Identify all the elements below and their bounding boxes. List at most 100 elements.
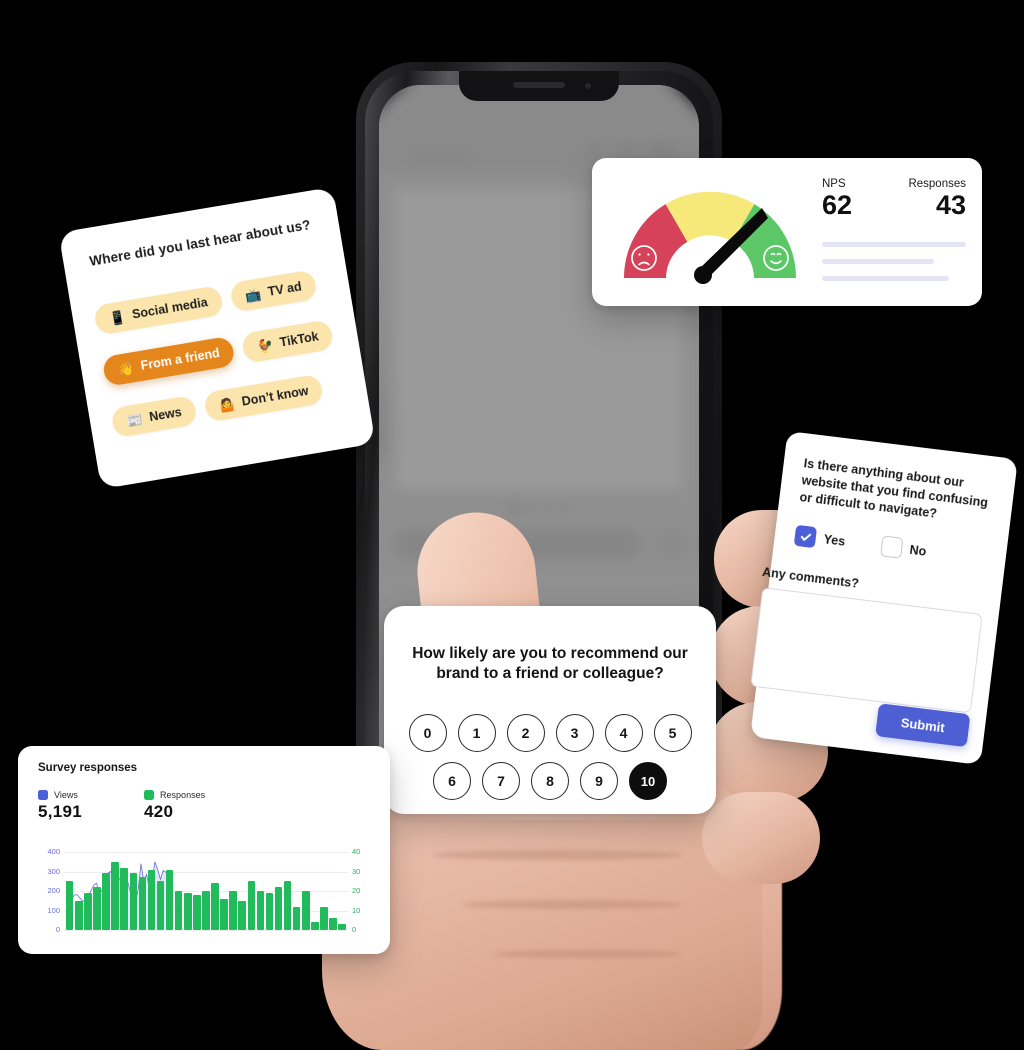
option-label: From a friend xyxy=(139,345,221,373)
check-icon xyxy=(800,533,811,541)
palm-crease xyxy=(492,950,682,958)
nps-score-7[interactable]: 7 xyxy=(482,762,520,800)
answer-no[interactable]: No xyxy=(879,535,928,561)
option-tiktok[interactable]: 🐓 TikTok xyxy=(240,319,335,364)
nps-score-2[interactable]: 2 xyxy=(506,714,545,752)
chart-bar xyxy=(193,894,201,930)
nps-placeholder-lines xyxy=(822,242,966,293)
front-camera xyxy=(585,83,591,89)
y-tick-left: 100 xyxy=(47,905,60,915)
y-tick-right: 40 xyxy=(352,847,361,856)
gridline xyxy=(64,930,348,931)
nps-score-5[interactable]: 5 xyxy=(653,714,692,752)
answer-yes[interactable]: Yes xyxy=(793,524,847,552)
legend-responses: Responses 420 xyxy=(144,790,205,822)
chart-bar xyxy=(102,873,110,930)
chart-bar xyxy=(147,869,156,930)
responses-stat: Responses 43 xyxy=(908,178,966,221)
chart-bar xyxy=(302,891,310,930)
checkbox-no[interactable] xyxy=(879,535,904,559)
y-tick-right: 20 xyxy=(352,886,361,895)
chart-bar xyxy=(211,883,219,930)
views-swatch-icon xyxy=(38,790,48,800)
responses-value: 43 xyxy=(935,190,966,220)
source-question-text: Where did you last hear about us? xyxy=(88,217,312,269)
nps-summary-card: NPS 62 Responses 43 xyxy=(592,158,982,306)
option-news[interactable]: 📰 News xyxy=(110,394,198,439)
option-label: Social media xyxy=(131,295,209,322)
earpiece-speaker xyxy=(513,82,565,88)
chart-bar xyxy=(174,891,183,930)
yes-no-row: Yes No xyxy=(793,524,993,570)
comments-label: Any comments? xyxy=(761,565,860,591)
nps-score-8[interactable]: 8 xyxy=(531,762,569,800)
nps-score-9[interactable]: 9 xyxy=(580,762,618,800)
nps-value: 62 xyxy=(822,190,853,220)
chart-bar xyxy=(75,900,83,930)
nps-score-4[interactable]: 4 xyxy=(604,714,643,752)
chart-bar xyxy=(283,881,292,930)
chart-bar xyxy=(84,892,92,930)
survey-responses-chart-card: Survey responses Views 5,191 Responses 4… xyxy=(18,746,390,954)
carousel-dots[interactable] xyxy=(379,505,699,512)
answer-no-label: No xyxy=(908,542,928,559)
nps-score-10[interactable]: 10 xyxy=(629,762,667,800)
chart-bar xyxy=(165,869,174,930)
option-label: News xyxy=(148,404,183,425)
option-tv-ad[interactable]: 📺 TV ad xyxy=(228,269,318,313)
nps-question-card: How likely are you to recommend our bran… xyxy=(384,606,716,814)
option-dont-know[interactable]: 🤷 Don’t know xyxy=(202,373,325,423)
option-social-media[interactable]: 📱 Social media xyxy=(93,284,224,336)
option-label: Don’t know xyxy=(240,383,310,409)
responses-label: Responses xyxy=(908,178,966,190)
y-tick-right: 0 xyxy=(352,925,357,934)
option-label: TV ad xyxy=(266,279,303,299)
checkbox-yes[interactable] xyxy=(793,524,818,549)
nps-gauge xyxy=(623,191,797,284)
nps-stat: NPS 62 xyxy=(822,178,852,221)
nps-question-text: How likely are you to recommend our bran… xyxy=(412,645,688,683)
screen-search-placeholder xyxy=(393,529,641,559)
nps-score-3[interactable]: 3 xyxy=(555,714,594,752)
television-icon: 📺 xyxy=(243,285,263,304)
screen-pill-placeholder-1 xyxy=(651,529,687,559)
chart-bar xyxy=(111,861,119,930)
y-tick-left: 400 xyxy=(47,847,60,856)
chart-bar xyxy=(265,892,274,930)
chart-bar xyxy=(156,881,165,930)
chart-bar xyxy=(229,891,237,930)
option-label: TikTok xyxy=(278,329,320,350)
legend-views: Views 5,191 xyxy=(38,790,82,822)
nps-stats: NPS 62 Responses 43 xyxy=(822,178,966,221)
nps-score-0[interactable]: 0 xyxy=(408,714,447,752)
comments-textarea[interactable] xyxy=(750,587,983,714)
composition-stage: Where did you last hear about us? 📱 Soci… xyxy=(0,0,1024,1050)
nps-score-6[interactable]: 6 xyxy=(433,762,471,800)
responses-swatch-icon xyxy=(144,790,155,800)
chart-bar xyxy=(292,906,301,930)
feedback-question-text: Is there anything about our website that… xyxy=(798,456,989,521)
chart-bar xyxy=(220,898,228,930)
nps-scale-row-2: 6 7 8 9 10 xyxy=(384,762,716,800)
brand-squiggle-logo xyxy=(412,152,474,163)
option-from-a-friend[interactable]: 👋 From a friend xyxy=(101,335,236,387)
responses-bar-series xyxy=(66,852,346,930)
rooster-icon: 🐓 xyxy=(255,336,275,354)
phone-notch xyxy=(459,71,619,101)
palm-crease xyxy=(462,900,682,909)
mobile-phone-icon: 📱 xyxy=(108,308,127,326)
chart-bar xyxy=(274,887,283,930)
chart-bar xyxy=(129,873,138,930)
nps-score-1[interactable]: 1 xyxy=(457,714,496,752)
chart-bar xyxy=(329,918,337,930)
chart-bar xyxy=(138,877,147,930)
y-tick-left: 0 xyxy=(55,925,60,934)
newspaper-icon: 📰 xyxy=(125,411,144,429)
chart-bar xyxy=(93,887,101,930)
views-value: 5,191 xyxy=(38,802,83,821)
chart-bar xyxy=(238,900,246,930)
chart-bar xyxy=(202,891,210,930)
chart-title: Survey responses xyxy=(38,762,138,774)
chart-bar xyxy=(184,892,192,930)
waving-hand-icon: 👋 xyxy=(116,359,136,378)
